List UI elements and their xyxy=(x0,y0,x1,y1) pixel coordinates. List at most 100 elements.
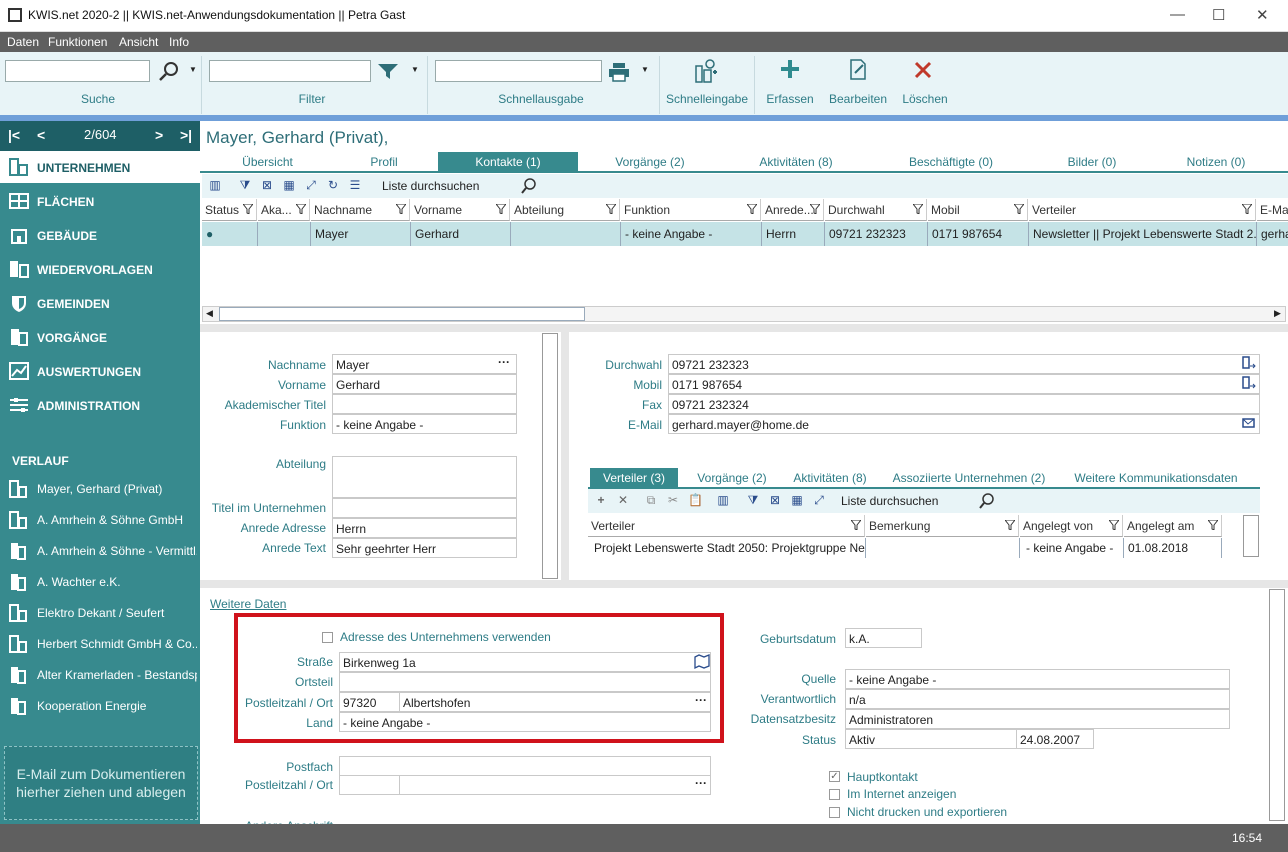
history-item[interactable]: Kooperation Energie xyxy=(0,691,200,721)
module-administration[interactable]: ADMINISTRATION xyxy=(0,389,200,421)
tab-bilder[interactable]: Bilder (0) xyxy=(1052,152,1132,172)
print-dropdown-icon[interactable]: ▼ xyxy=(641,65,649,74)
history-item[interactable]: Herbert Schmidt GmbH & Co.... xyxy=(0,629,200,659)
vertical-scrollbar[interactable] xyxy=(542,333,558,579)
grid-icon[interactable]: ▦ xyxy=(282,178,296,192)
list-search-input[interactable]: Liste durchsuchen xyxy=(382,179,479,193)
first-record-button[interactable]: |< xyxy=(8,127,20,143)
tab-aktivitaeten[interactable]: Aktivitäten (8) xyxy=(746,152,846,172)
history-item[interactable]: A. Wachter e.K. xyxy=(0,567,200,597)
col-verteiler[interactable]: Verteiler xyxy=(1029,199,1256,221)
module-wiedervorlagen[interactable]: WIEDERVORLAGEN xyxy=(0,253,200,285)
funktion-field[interactable]: - keine Angabe - xyxy=(332,414,517,434)
abteilung-field[interactable] xyxy=(332,456,517,498)
postfach-plz-field[interactable] xyxy=(339,775,400,795)
filter-icon[interactable] xyxy=(296,204,306,214)
col-abteilung[interactable]: Abteilung xyxy=(511,199,620,221)
filter-dropdown-icon[interactable]: ▼ xyxy=(411,65,419,74)
hauptkontakt-checkbox[interactable]: ✓ xyxy=(829,771,840,782)
filter-icon[interactable] xyxy=(243,204,253,214)
subtab-aktivitaeten[interactable]: Aktivitäten (8) xyxy=(786,468,874,488)
create-button[interactable]: Erfassen xyxy=(762,92,818,106)
module-auswertungen[interactable]: AUSWERTUNGEN xyxy=(0,355,200,387)
geburtsdatum-field[interactable]: k.A. xyxy=(845,628,922,648)
columns-icon[interactable]: ▥ xyxy=(208,178,222,192)
filter-icon[interactable] xyxy=(1014,204,1024,214)
add-icon[interactable] xyxy=(780,59,800,79)
search-icon[interactable] xyxy=(157,61,183,83)
next-record-button[interactable]: > xyxy=(155,127,163,143)
mobil-field[interactable]: 0171 987654 xyxy=(668,374,1260,394)
horizontal-scrollbar[interactable]: ◀ ▶ xyxy=(202,306,1286,322)
menu-info[interactable]: Info xyxy=(169,35,189,49)
filter-icon[interactable] xyxy=(810,204,820,214)
col-anrede[interactable]: Anrede... xyxy=(762,199,824,221)
scroll-right-icon[interactable]: ▶ xyxy=(1274,308,1281,319)
quelle-field[interactable]: - keine Angabe - xyxy=(845,669,1230,689)
more-icon[interactable]: ··· xyxy=(695,776,707,790)
history-item[interactable]: A. Amrhein & Söhne GmbH xyxy=(0,505,200,535)
remove-icon[interactable]: ✕ xyxy=(616,493,630,507)
quick-input-icon[interactable] xyxy=(694,58,718,84)
weitere-daten-link[interactable]: Weitere Daten xyxy=(210,597,286,611)
menu-icon[interactable]: ☰ xyxy=(348,178,362,192)
postfach-ort-field[interactable] xyxy=(399,775,711,795)
ortsteil-field[interactable] xyxy=(339,672,711,692)
close-button[interactable]: ✕ xyxy=(1256,6,1269,24)
nachname-field[interactable]: Mayer xyxy=(332,354,517,374)
add-icon[interactable]: + xyxy=(594,493,608,507)
col-durchwahl[interactable]: Durchwahl xyxy=(825,199,927,221)
filter-icon[interactable] xyxy=(376,62,400,80)
excel-export-icon[interactable]: ⊠ xyxy=(260,178,274,192)
tab-profil[interactable]: Profil xyxy=(350,152,418,172)
use-company-address-checkbox[interactable] xyxy=(322,632,333,643)
vorname-field[interactable]: Gerhard xyxy=(332,374,517,394)
history-item[interactable]: Mayer, Gerhard (Privat) xyxy=(0,474,200,504)
subtab-verteiler[interactable]: Verteiler (3) xyxy=(590,468,678,488)
filter-icon[interactable] xyxy=(1005,520,1015,530)
anrede-adresse-field[interactable]: Herrn xyxy=(332,518,517,538)
last-record-button[interactable]: >| xyxy=(180,127,192,143)
subtab-assoziierte[interactable]: Assoziierte Unternehmen (2) xyxy=(892,468,1046,488)
titel-unternehmen-field[interactable] xyxy=(332,498,517,518)
delete-button[interactable]: Löschen xyxy=(897,92,953,106)
filter-icon[interactable] xyxy=(606,204,616,214)
verantwortlich-field[interactable]: n/a xyxy=(845,689,1230,709)
cut-icon[interactable]: ✂ xyxy=(666,493,680,507)
filter-icon[interactable] xyxy=(496,204,506,214)
tab-kontakte[interactable]: Kontakte (1) xyxy=(438,152,578,172)
status-field[interactable]: Aktiv xyxy=(845,729,1017,749)
search-dropdown-icon[interactable]: ▼ xyxy=(189,65,197,74)
anrede-text-field[interactable]: Sehr geehrter Herr xyxy=(332,538,517,558)
filter-icon[interactable] xyxy=(1109,520,1119,530)
status-date-field[interactable]: 24.08.2007 xyxy=(1016,729,1094,749)
scroll-thumb[interactable] xyxy=(219,307,585,321)
subcol-verteiler[interactable]: Verteiler xyxy=(588,515,865,537)
send-email-icon[interactable] xyxy=(1242,417,1258,431)
tab-uebersicht[interactable]: Übersicht xyxy=(230,152,305,172)
edit-button[interactable]: Bearbeiten xyxy=(826,92,890,106)
map-icon[interactable] xyxy=(694,654,710,670)
delete-icon[interactable] xyxy=(913,60,933,80)
datensatzbesitz-field[interactable]: Administratoren xyxy=(845,709,1230,729)
scroll-left-icon[interactable]: ◀ xyxy=(206,308,213,319)
minimize-button[interactable]: — xyxy=(1170,6,1185,23)
details-scrollbar[interactable] xyxy=(1269,589,1285,821)
col-mobil[interactable]: Mobil xyxy=(928,199,1028,221)
menu-daten[interactable]: Daten xyxy=(7,35,39,49)
postfach-field[interactable] xyxy=(339,756,711,776)
subcol-angelegt-von[interactable]: Angelegt von xyxy=(1020,515,1123,537)
search-input[interactable] xyxy=(5,60,150,82)
quick-output-input[interactable] xyxy=(435,60,602,82)
clear-filter-icon[interactable]: ⧩ xyxy=(238,178,252,192)
col-akademisch[interactable]: Aka... xyxy=(258,199,310,221)
printer-icon[interactable] xyxy=(608,62,630,82)
tab-beschaeftigte[interactable]: Beschäftigte (0) xyxy=(896,152,1006,172)
filter-icon[interactable] xyxy=(1208,520,1218,530)
edit-icon[interactable] xyxy=(849,59,867,81)
fax-field[interactable]: 09721 232324 xyxy=(668,394,1260,414)
subtab-vorgaenge[interactable]: Vorgänge (2) xyxy=(688,468,776,488)
strasse-field[interactable]: Birkenweg 1a xyxy=(339,652,711,672)
excel-export-icon[interactable]: ⊠ xyxy=(768,493,782,507)
history-item[interactable]: Elektro Dekant / Seufert xyxy=(0,598,200,628)
